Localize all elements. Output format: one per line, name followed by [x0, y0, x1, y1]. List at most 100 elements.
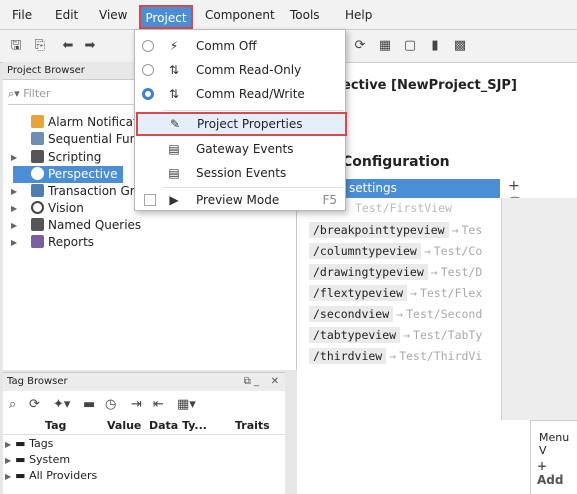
column-data-type[interactable]: Data Ty...: [149, 417, 207, 435]
expand-arrow-icon[interactable]: ▶: [11, 238, 17, 247]
comm-read-write-icon: ⇅: [168, 87, 180, 101]
radio-comm-off[interactable]: [142, 40, 154, 52]
report-icon: [31, 235, 44, 248]
menu-help[interactable]: Help: [345, 0, 372, 30]
properties-icon: ✎: [169, 117, 181, 131]
tool-icon-4[interactable]: ▩: [450, 36, 470, 56]
route-row[interactable]: /flextypeview → Test/Flex: [309, 284, 482, 302]
vision-eye-icon: [31, 201, 44, 214]
session-events-icon: ▤: [168, 166, 180, 180]
tree-item-reports[interactable]: Reports: [31, 234, 94, 251]
tool-icon-1[interactable]: ▦: [375, 36, 395, 56]
folder-icon: ▬: [15, 437, 26, 450]
menu-project[interactable]: Project: [139, 5, 193, 29]
add-menu-button[interactable]: + Add: [537, 459, 577, 487]
perspective-icon: [31, 167, 44, 180]
menu-item-session-events[interactable]: ▤ Session Events: [135, 161, 345, 185]
comm-off-icon: ⚡: [169, 39, 179, 53]
tool-icon-3[interactable]: ▮: [425, 36, 445, 56]
project-menu-dropdown: ⚡ Comm Off ⇅ Comm Read-Only ⇅ Comm Read/…: [134, 29, 347, 212]
save-icon[interactable]: 🖫: [6, 36, 26, 56]
tool-icon-2[interactable]: ▢: [400, 36, 420, 56]
tree-item-alarm-notification[interactable]: Alarm Notificati: [31, 114, 141, 131]
preview-mode-checkbox[interactable]: [144, 194, 156, 206]
expand-arrow-icon[interactable]: ▶: [11, 153, 17, 162]
route-row[interactable]: /secondview → Test/Second: [309, 305, 482, 323]
import-icon[interactable]: ⇥: [131, 397, 142, 412]
route-row[interactable]: /thirdview → Test/ThirdVi: [309, 347, 482, 365]
folder-icon: ▬: [15, 453, 26, 466]
search-icon: ⌕▾: [8, 87, 24, 100]
save-all-icon[interactable]: ⎘: [30, 36, 50, 56]
menu-separator: [163, 110, 343, 111]
add-icon[interactable]: +: [508, 178, 520, 194]
comm-read-only-icon: ⇅: [168, 63, 180, 77]
column-tag[interactable]: Tag: [45, 417, 66, 435]
alarm-icon: [31, 115, 44, 128]
tag-row[interactable]: ▶ ▬ Tags: [3, 437, 53, 451]
menu-view[interactable]: View: [99, 0, 127, 30]
gateway-events-icon: ▤: [168, 142, 180, 156]
route-row[interactable]: /drawingtypeview → Test/D: [309, 263, 482, 281]
menu-item-project-properties[interactable]: ✎ Project Properties: [136, 112, 347, 136]
expand-arrow-icon[interactable]: ▶: [11, 204, 17, 213]
menu-item-preview-mode[interactable]: ▶ Preview Mode F5: [135, 188, 345, 212]
menu-component[interactable]: Component: [205, 0, 275, 30]
menu-edit[interactable]: Edit: [55, 0, 78, 30]
back-arrow-icon[interactable]: ⬅: [58, 36, 78, 56]
search-icon[interactable]: ⌕: [9, 397, 16, 412]
column-value[interactable]: Value: [107, 417, 141, 435]
menu-item-comm-read-only[interactable]: ⇅ Comm Read-Only: [135, 58, 345, 82]
menu-item-gateway-events[interactable]: ▤ Gateway Events: [135, 137, 345, 161]
refresh-icon[interactable]: ⟳: [29, 397, 40, 412]
filter-input[interactable]: ⌕▾ Filter: [8, 83, 138, 105]
tree-item-vision[interactable]: Vision: [31, 200, 84, 217]
tag-browser-title: Tag Browser ⧉ _ ✕: [3, 373, 285, 391]
sfc-icon: [31, 132, 44, 145]
folder-icon[interactable]: ▬: [83, 397, 95, 412]
radio-comm-read-write[interactable]: [142, 88, 154, 100]
menubar: File Edit View Project Component Tools H…: [0, 0, 577, 30]
preview-shortcut: F5: [322, 193, 337, 207]
menu-label: Menu V: [539, 431, 570, 457]
tag-row[interactable]: ▶ ▬ All Providers: [3, 469, 97, 483]
menu-item-comm-read-write[interactable]: ⇅ Comm Read/Write: [135, 82, 345, 106]
expand-arrow-icon[interactable]: ▶: [11, 221, 17, 230]
workspace-title: ective [NewProject_SJP]: [342, 78, 517, 93]
script-icon: [31, 150, 44, 163]
column-traits[interactable]: Traits: [235, 417, 270, 435]
radio-comm-read-only[interactable]: [142, 64, 154, 76]
refresh-icon[interactable]: ⟳: [350, 36, 370, 56]
tree-item-named-queries[interactable]: Named Queries: [31, 217, 141, 234]
tag-browser-panel: Tag Browser ⧉ _ ✕ ⌕ ⟳ ✦▾ ▬ ◷ ⇥ ⇤ ▦▾ Tag …: [3, 372, 285, 494]
float-icon[interactable]: ⧉ _: [244, 373, 259, 391]
menu-file[interactable]: File: [12, 0, 32, 30]
expand-arrow-icon[interactable]: ▶: [11, 187, 17, 196]
grid-icon[interactable]: ▦▾: [177, 397, 196, 412]
tag-row[interactable]: ▶ ▬ System: [3, 453, 70, 467]
forward-arrow-icon[interactable]: ➡: [80, 36, 100, 56]
route-row[interactable]: /tabtypeview → Test/TabTy: [309, 326, 482, 344]
route-row[interactable]: /breakpointtypeview → Tes: [309, 221, 482, 239]
tree-item-transaction-groups[interactable]: Transaction Gro: [31, 183, 142, 200]
play-icon: ▶: [169, 193, 179, 207]
tree-item-perspective[interactable]: Perspective: [13, 166, 123, 183]
page-preview: [501, 198, 577, 420]
transaction-icon: [31, 184, 44, 197]
tree-item-scripting[interactable]: Scripting: [31, 149, 101, 166]
menu-item-comm-off[interactable]: ⚡ Comm Off: [135, 34, 345, 58]
history-icon[interactable]: ◷: [105, 397, 116, 412]
filter-placeholder: Filter: [23, 87, 51, 100]
folder-icon: ▬: [15, 469, 26, 482]
add-tag-icon[interactable]: ✦▾: [53, 397, 70, 412]
section-title: Configuration: [342, 154, 450, 170]
database-icon: [31, 218, 44, 231]
menu-tools[interactable]: Tools: [290, 0, 320, 30]
menu-panel: Menu V + Add: [530, 420, 577, 494]
close-icon[interactable]: ✕: [271, 373, 279, 391]
tree-item-sequential-function[interactable]: Sequential Func: [31, 131, 144, 148]
tag-browser-toolbar: ⌕ ⟳ ✦▾ ▬ ◷ ⇥ ⇤ ▦▾: [3, 393, 285, 417]
route-row[interactable]: /columntypeview → Test/Co: [309, 242, 482, 260]
tag-table-header: Tag Value Data Ty... Traits: [3, 417, 285, 435]
export-icon[interactable]: ⇤: [153, 397, 164, 412]
